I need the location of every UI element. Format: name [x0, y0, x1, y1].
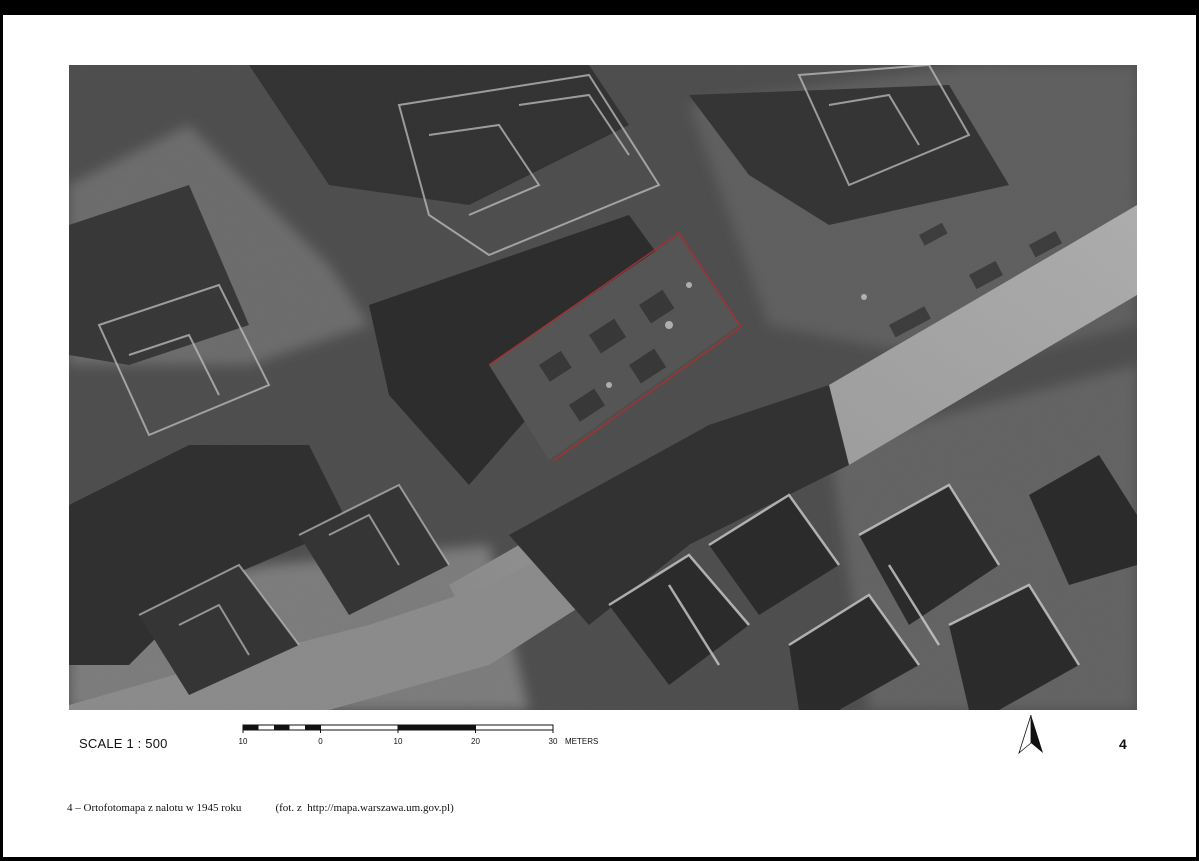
photo-credit: (fot. z http://mapa.warszawa.um.gov.pl) — [275, 802, 454, 814]
aerial-orthophoto — [69, 65, 1137, 710]
north-arrow-icon — [1018, 714, 1043, 755]
scale-bar: 10 0 10 20 30 METERS — [239, 724, 598, 746]
scale-tick-label: 20 — [471, 737, 480, 746]
caption-text: 4 – Ortofotomapa z nalotu w 1945 roku — [67, 802, 242, 814]
aerial-photo-drawing — [69, 65, 1137, 710]
scale-tick-label: 10 — [394, 737, 403, 746]
scale-tick-label: 0 — [318, 737, 323, 746]
scale-unit-label: METERS — [565, 737, 598, 746]
scale-tick-label: 10 — [239, 737, 248, 746]
page-number: 4 — [1119, 736, 1127, 752]
figure-caption: 4 – Ortofotomapa z nalotu w 1945 roku (fo… — [67, 802, 454, 814]
scale-tick-label: 30 — [549, 737, 558, 746]
map-sheet: SCALE 1 : 500 10 0 10 20 30 METERS 4 4 –… — [3, 15, 1196, 857]
scale-label: SCALE 1 : 500 — [79, 736, 168, 751]
